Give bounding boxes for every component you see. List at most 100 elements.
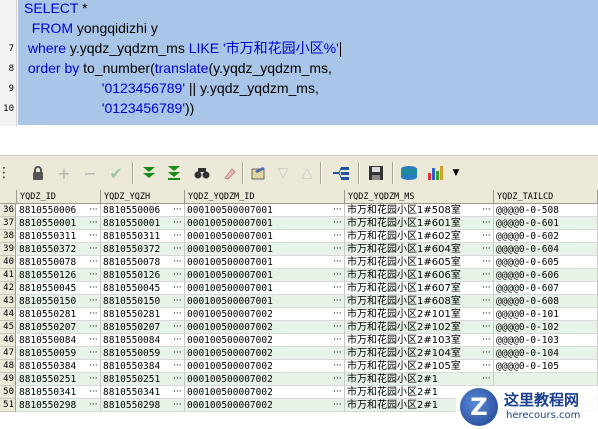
table-cell[interactable]: 000100500007001 <box>185 204 345 217</box>
column-header[interactable]: YQDZ_TAILCD <box>494 190 598 204</box>
cell-editor-button[interactable]: ··· <box>333 399 342 412</box>
table-row[interactable]: 46 8810550084 ··· 8810550084 ··· 000100500007… <box>0 334 598 347</box>
table-row[interactable]: 44 8810550281 ··· 8810550281 ··· 000100500007… <box>0 308 598 321</box>
table-cell[interactable]: 000100500007002 <box>185 334 345 347</box>
cell-editor-button[interactable]: ··· <box>333 269 342 282</box>
table-row[interactable]: 49 8810550251 ··· 8810550251 ··· 000100500007… <box>0 373 598 386</box>
cell-editor-button[interactable]: ··· <box>173 217 182 230</box>
table-cell[interactable]: @@@@0-0-604 <box>494 243 598 256</box>
table-cell[interactable]: @@@@0-0-101 <box>494 308 598 321</box>
table-cell[interactable]: 市万和花园小区1#605室 <box>345 256 494 269</box>
cell-editor-button[interactable]: ··· <box>89 360 98 373</box>
cell-editor-button[interactable]: ··· <box>333 334 342 347</box>
cell-editor-button[interactable]: ··· <box>173 399 182 412</box>
cell-editor-button[interactable]: ··· <box>173 373 182 386</box>
table-cell[interactable]: 000100500007001 <box>185 256 345 269</box>
table-row[interactable]: 41 8810550126 ··· 8810550126 ··· 000100500007… <box>0 269 598 282</box>
chart-icon[interactable] <box>426 163 446 183</box>
table-cell[interactable]: 000100500007002 <box>185 373 345 386</box>
cell-editor-button[interactable]: ··· <box>89 386 98 399</box>
table-cell[interactable]: @@@@0-0-608 <box>494 295 598 308</box>
print-icon[interactable] <box>399 163 419 183</box>
table-cell[interactable]: @@@@0-0-606 <box>494 269 598 282</box>
sql-editor[interactable]: 7 8 9 10 11 SELECT * FROM yongqidizhi y … <box>0 0 598 126</box>
cell-editor-button[interactable]: ··· <box>333 230 342 243</box>
table-row[interactable]: 42 8810550045 ··· 8810550045 ··· 000100500007… <box>0 282 598 295</box>
table-cell[interactable]: 000100500007002 <box>185 347 345 360</box>
table-cell[interactable]: 市万和花园小区1#606室 <box>345 269 494 282</box>
table-cell[interactable]: @@@@0-0-508 <box>494 204 598 217</box>
fetch-last-icon[interactable] <box>164 163 184 183</box>
cell-editor-button[interactable]: ··· <box>89 399 98 412</box>
column-header[interactable]: YQDZ_ID <box>17 190 101 204</box>
table-row[interactable]: 40 8810550078 ··· 8810550078 ··· 000100500007… <box>0 256 598 269</box>
cell-editor-button[interactable]: ··· <box>173 230 182 243</box>
table-cell[interactable]: 市万和花园小区1#602室 <box>345 230 494 243</box>
table-cell[interactable]: 市万和花园小区1#508室 <box>345 204 494 217</box>
table-cell[interactable]: 000100500007001 <box>185 230 345 243</box>
cell-editor-button[interactable]: ··· <box>482 321 491 334</box>
cell-editor-button[interactable]: ··· <box>89 308 98 321</box>
cell-editor-button[interactable]: ··· <box>482 347 491 360</box>
cell-editor-button[interactable]: ··· <box>89 243 98 256</box>
cell-editor-button[interactable]: ··· <box>89 256 98 269</box>
cell-editor-button[interactable]: ··· <box>173 334 182 347</box>
cell-editor-button[interactable]: ··· <box>89 230 98 243</box>
cell-editor-button[interactable]: ··· <box>333 282 342 295</box>
export-icon[interactable] <box>332 163 352 183</box>
table-cell[interactable]: 000100500007001 <box>185 282 345 295</box>
table-cell[interactable]: 000100500007001 <box>185 269 345 282</box>
table-cell[interactable]: 市万和花园小区1#607室 <box>345 282 494 295</box>
fetch-next-icon[interactable] <box>139 163 159 183</box>
table-cell[interactable]: 000100500007001 <box>185 295 345 308</box>
cell-editor-button[interactable]: ··· <box>173 360 182 373</box>
column-header[interactable]: YQDZ_YQDZM_MS <box>345 190 494 204</box>
cell-editor-button[interactable]: ··· <box>173 295 182 308</box>
cell-editor-button[interactable]: ··· <box>333 360 342 373</box>
cell-editor-button[interactable]: ··· <box>333 217 342 230</box>
table-cell[interactable]: 000100500007002 <box>185 321 345 334</box>
table-cell[interactable]: 000100500007002 <box>185 308 345 321</box>
table-cell[interactable]: 000100500007002 <box>185 386 345 399</box>
clear-icon[interactable] <box>220 163 240 183</box>
sort-down-icon[interactable]: ▽ <box>273 163 293 183</box>
query-by-example-icon[interactable] <box>249 163 269 183</box>
table-cell[interactable]: 000100500007001 <box>185 243 345 256</box>
cell-editor-button[interactable]: ··· <box>482 204 491 217</box>
column-header[interactable]: YQDZ_YQZH <box>101 190 185 204</box>
lock-icon[interactable] <box>28 163 48 183</box>
cell-editor-button[interactable]: ··· <box>89 373 98 386</box>
cell-editor-button[interactable]: ··· <box>482 243 491 256</box>
cell-editor-button[interactable]: ··· <box>482 269 491 282</box>
table-cell[interactable]: 市万和花园小区2#105室 <box>345 360 494 373</box>
table-cell[interactable]: @@@@0-0-601 <box>494 217 598 230</box>
cell-editor-button[interactable]: ··· <box>482 308 491 321</box>
cell-editor-button[interactable]: ··· <box>89 282 98 295</box>
minus-icon[interactable]: − <box>80 163 100 183</box>
cell-editor-button[interactable]: ··· <box>333 204 342 217</box>
table-cell[interactable]: 市万和花园小区1#604室 <box>345 243 494 256</box>
table-cell[interactable]: @@@@0-0-602 <box>494 230 598 243</box>
cell-editor-button[interactable]: ··· <box>482 373 491 386</box>
cell-editor-button[interactable]: ··· <box>333 386 342 399</box>
table-row[interactable]: 43 8810550150 ··· 8810550150 ··· 000100500007… <box>0 295 598 308</box>
table-row[interactable]: 39 8810550372 ··· 8810550372 ··· 000100500007… <box>0 243 598 256</box>
table-cell[interactable]: @@@@0-0-607 <box>494 282 598 295</box>
table-row[interactable]: 47 8810550059 ··· 8810550059 ··· 000100500007… <box>0 347 598 360</box>
cell-editor-button[interactable]: ··· <box>173 256 182 269</box>
cell-editor-button[interactable]: ··· <box>333 373 342 386</box>
table-row[interactable]: 38 8810550311 ··· 8810550311 ··· 000100500007… <box>0 230 598 243</box>
table-cell[interactable]: 市万和花园小区2#103室 <box>345 334 494 347</box>
cell-editor-button[interactable]: ··· <box>482 282 491 295</box>
plus-icon[interactable]: + <box>54 163 74 183</box>
cell-editor-button[interactable]: ··· <box>89 347 98 360</box>
table-cell[interactable]: 市万和花园小区2#101室 <box>345 308 494 321</box>
table-cell[interactable]: @@@@0-0-103 <box>494 334 598 347</box>
cell-editor-button[interactable]: ··· <box>89 295 98 308</box>
table-row[interactable]: 36 8810550006 ··· 8810550006 ··· 000100500007… <box>0 204 598 217</box>
table-cell[interactable]: 000100500007001 <box>185 217 345 230</box>
cell-editor-button[interactable]: ··· <box>173 308 182 321</box>
table-cell[interactable]: 市万和花园小区1#608室 <box>345 295 494 308</box>
cell-editor-button[interactable]: ··· <box>89 321 98 334</box>
cell-editor-button[interactable]: ··· <box>482 295 491 308</box>
